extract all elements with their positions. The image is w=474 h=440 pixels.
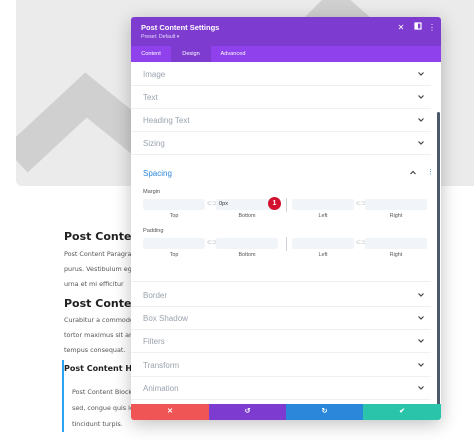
section-transform[interactable]: Transform — [131, 354, 431, 377]
section-label: Filters — [143, 337, 165, 346]
margin-bottom-label: Bottom — [238, 213, 256, 219]
checkmark-icon: ✔ — [399, 408, 405, 415]
padding-left-label: Left — [318, 252, 328, 258]
chevron-up-icon[interactable] — [409, 169, 417, 177]
section-label[interactable]: Spacing — [143, 169, 172, 178]
chevron-down-icon — [418, 118, 424, 122]
blockquote-bar — [62, 360, 64, 432]
section-label: Sizing — [143, 139, 165, 148]
divider — [286, 237, 287, 251]
close-icon[interactable]: ✕ — [396, 22, 406, 34]
more-options-icon[interactable]: ⋮ — [427, 22, 437, 34]
bg-heading-1: Post Content — [64, 230, 134, 243]
section-label: Transform — [143, 361, 180, 370]
padding-right-label: Right — [389, 252, 403, 258]
section-image[interactable]: Image — [131, 63, 431, 86]
modal-header: Post Content Settings Preset: Default ▾ … — [131, 17, 441, 46]
bg-paragraph-2c: tempus consequat. — [64, 346, 126, 354]
undo-icon: ↺ — [244, 408, 251, 415]
bg-heading-3: Post Content Hea — [64, 364, 132, 373]
step-badge: 1 — [268, 197, 281, 210]
more-options-icon[interactable]: ⋮ — [427, 168, 434, 176]
section-label: Animation — [143, 384, 179, 393]
padding-top-label: Top — [169, 252, 179, 258]
margin-right-label: Right — [389, 213, 403, 219]
bg-quote-1: Post Content Block — [72, 388, 132, 396]
tab-advanced[interactable]: Advanced — [211, 46, 255, 62]
undo-button[interactable]: ↺ — [209, 404, 286, 420]
margin-label: Margin — [143, 189, 161, 195]
section-border[interactable]: Border — [131, 284, 431, 307]
bg-heading-2: Post Content H — [64, 297, 132, 310]
bg-paragraph-2b: tortor maximus sit ame — [64, 331, 132, 339]
bg-paragraph-1a: Post Content Paragrap — [64, 250, 132, 258]
tab-design[interactable]: Design — [171, 46, 211, 62]
tab-content[interactable]: Content — [131, 46, 171, 62]
close-icon: ✕ — [167, 408, 173, 415]
divider — [286, 198, 287, 212]
chevron-down-icon — [418, 386, 424, 390]
chevron-down-icon — [418, 316, 424, 320]
modal-title: Post Content Settings — [141, 23, 220, 32]
chevron-down-icon — [418, 363, 424, 367]
section-label: Text — [143, 93, 158, 102]
save-button[interactable]: ✔ — [363, 404, 441, 420]
chevron-down-icon — [418, 95, 424, 99]
expand-icon[interactable] — [413, 22, 423, 34]
padding-bottom-input[interactable] — [216, 238, 278, 249]
chevron-down-icon — [418, 72, 424, 76]
padding-right-input[interactable] — [365, 238, 427, 249]
chevron-down-icon — [418, 293, 424, 297]
chevron-down-icon — [418, 339, 424, 343]
padding-left-input[interactable] — [292, 238, 354, 249]
bg-paragraph-2a: Curabitur a commodo s — [64, 316, 132, 324]
margin-left-input[interactable] — [292, 199, 354, 210]
margin-top-label: Top — [169, 213, 179, 219]
chevron-down-icon — [418, 141, 424, 145]
section-box-shadow[interactable]: Box Shadow — [131, 307, 431, 330]
margin-left-label: Left — [318, 213, 328, 219]
bg-paragraph-1b: purus. Vestibulum eges — [64, 265, 132, 273]
section-spacing: Spacing ⋮ Margin ⊂⊃ 0px 1 ⊂⊃ Top Bottom … — [131, 162, 434, 282]
padding-label: Padding — [143, 228, 164, 234]
section-heading-text[interactable]: Heading Text — [131, 109, 431, 132]
bg-quote-3: tincidunt turpis. — [72, 420, 123, 428]
bg-paragraph-1c: urna et mi efficitur — [64, 280, 124, 288]
post-content-settings-modal: Post Content Settings Preset: Default ▾ … — [131, 17, 441, 420]
section-text[interactable]: Text — [131, 86, 431, 109]
scrollbar[interactable] — [437, 112, 440, 412]
section-animation[interactable]: Animation — [131, 377, 431, 400]
section-label: Border — [143, 291, 168, 300]
preset-selector[interactable]: Preset: Default ▾ — [141, 34, 179, 40]
modal-tabs: Content Design Advanced — [131, 46, 441, 62]
margin-top-input[interactable] — [143, 199, 205, 210]
padding-top-input[interactable] — [143, 238, 205, 249]
modal-body: Image Text Heading Text Sizing Spacing ⋮… — [131, 62, 441, 412]
screen: Post Content Post Content Paragrap purus… — [0, 0, 474, 440]
redo-icon: ↻ — [321, 408, 328, 415]
modal-footer: ✕ ↺ ↻ ✔ — [131, 404, 441, 420]
section-label: Image — [143, 70, 166, 79]
section-sizing[interactable]: Sizing — [131, 132, 431, 155]
section-filters[interactable]: Filters — [131, 330, 431, 353]
cancel-button[interactable]: ✕ — [131, 404, 209, 420]
padding-bottom-label: Bottom — [238, 252, 256, 258]
redo-button[interactable]: ↻ — [286, 404, 363, 420]
margin-right-input[interactable] — [365, 199, 427, 210]
section-label: Box Shadow — [143, 314, 188, 323]
bg-quote-2: sed, congue quis lec — [72, 404, 132, 412]
section-label: Heading Text — [143, 116, 190, 125]
